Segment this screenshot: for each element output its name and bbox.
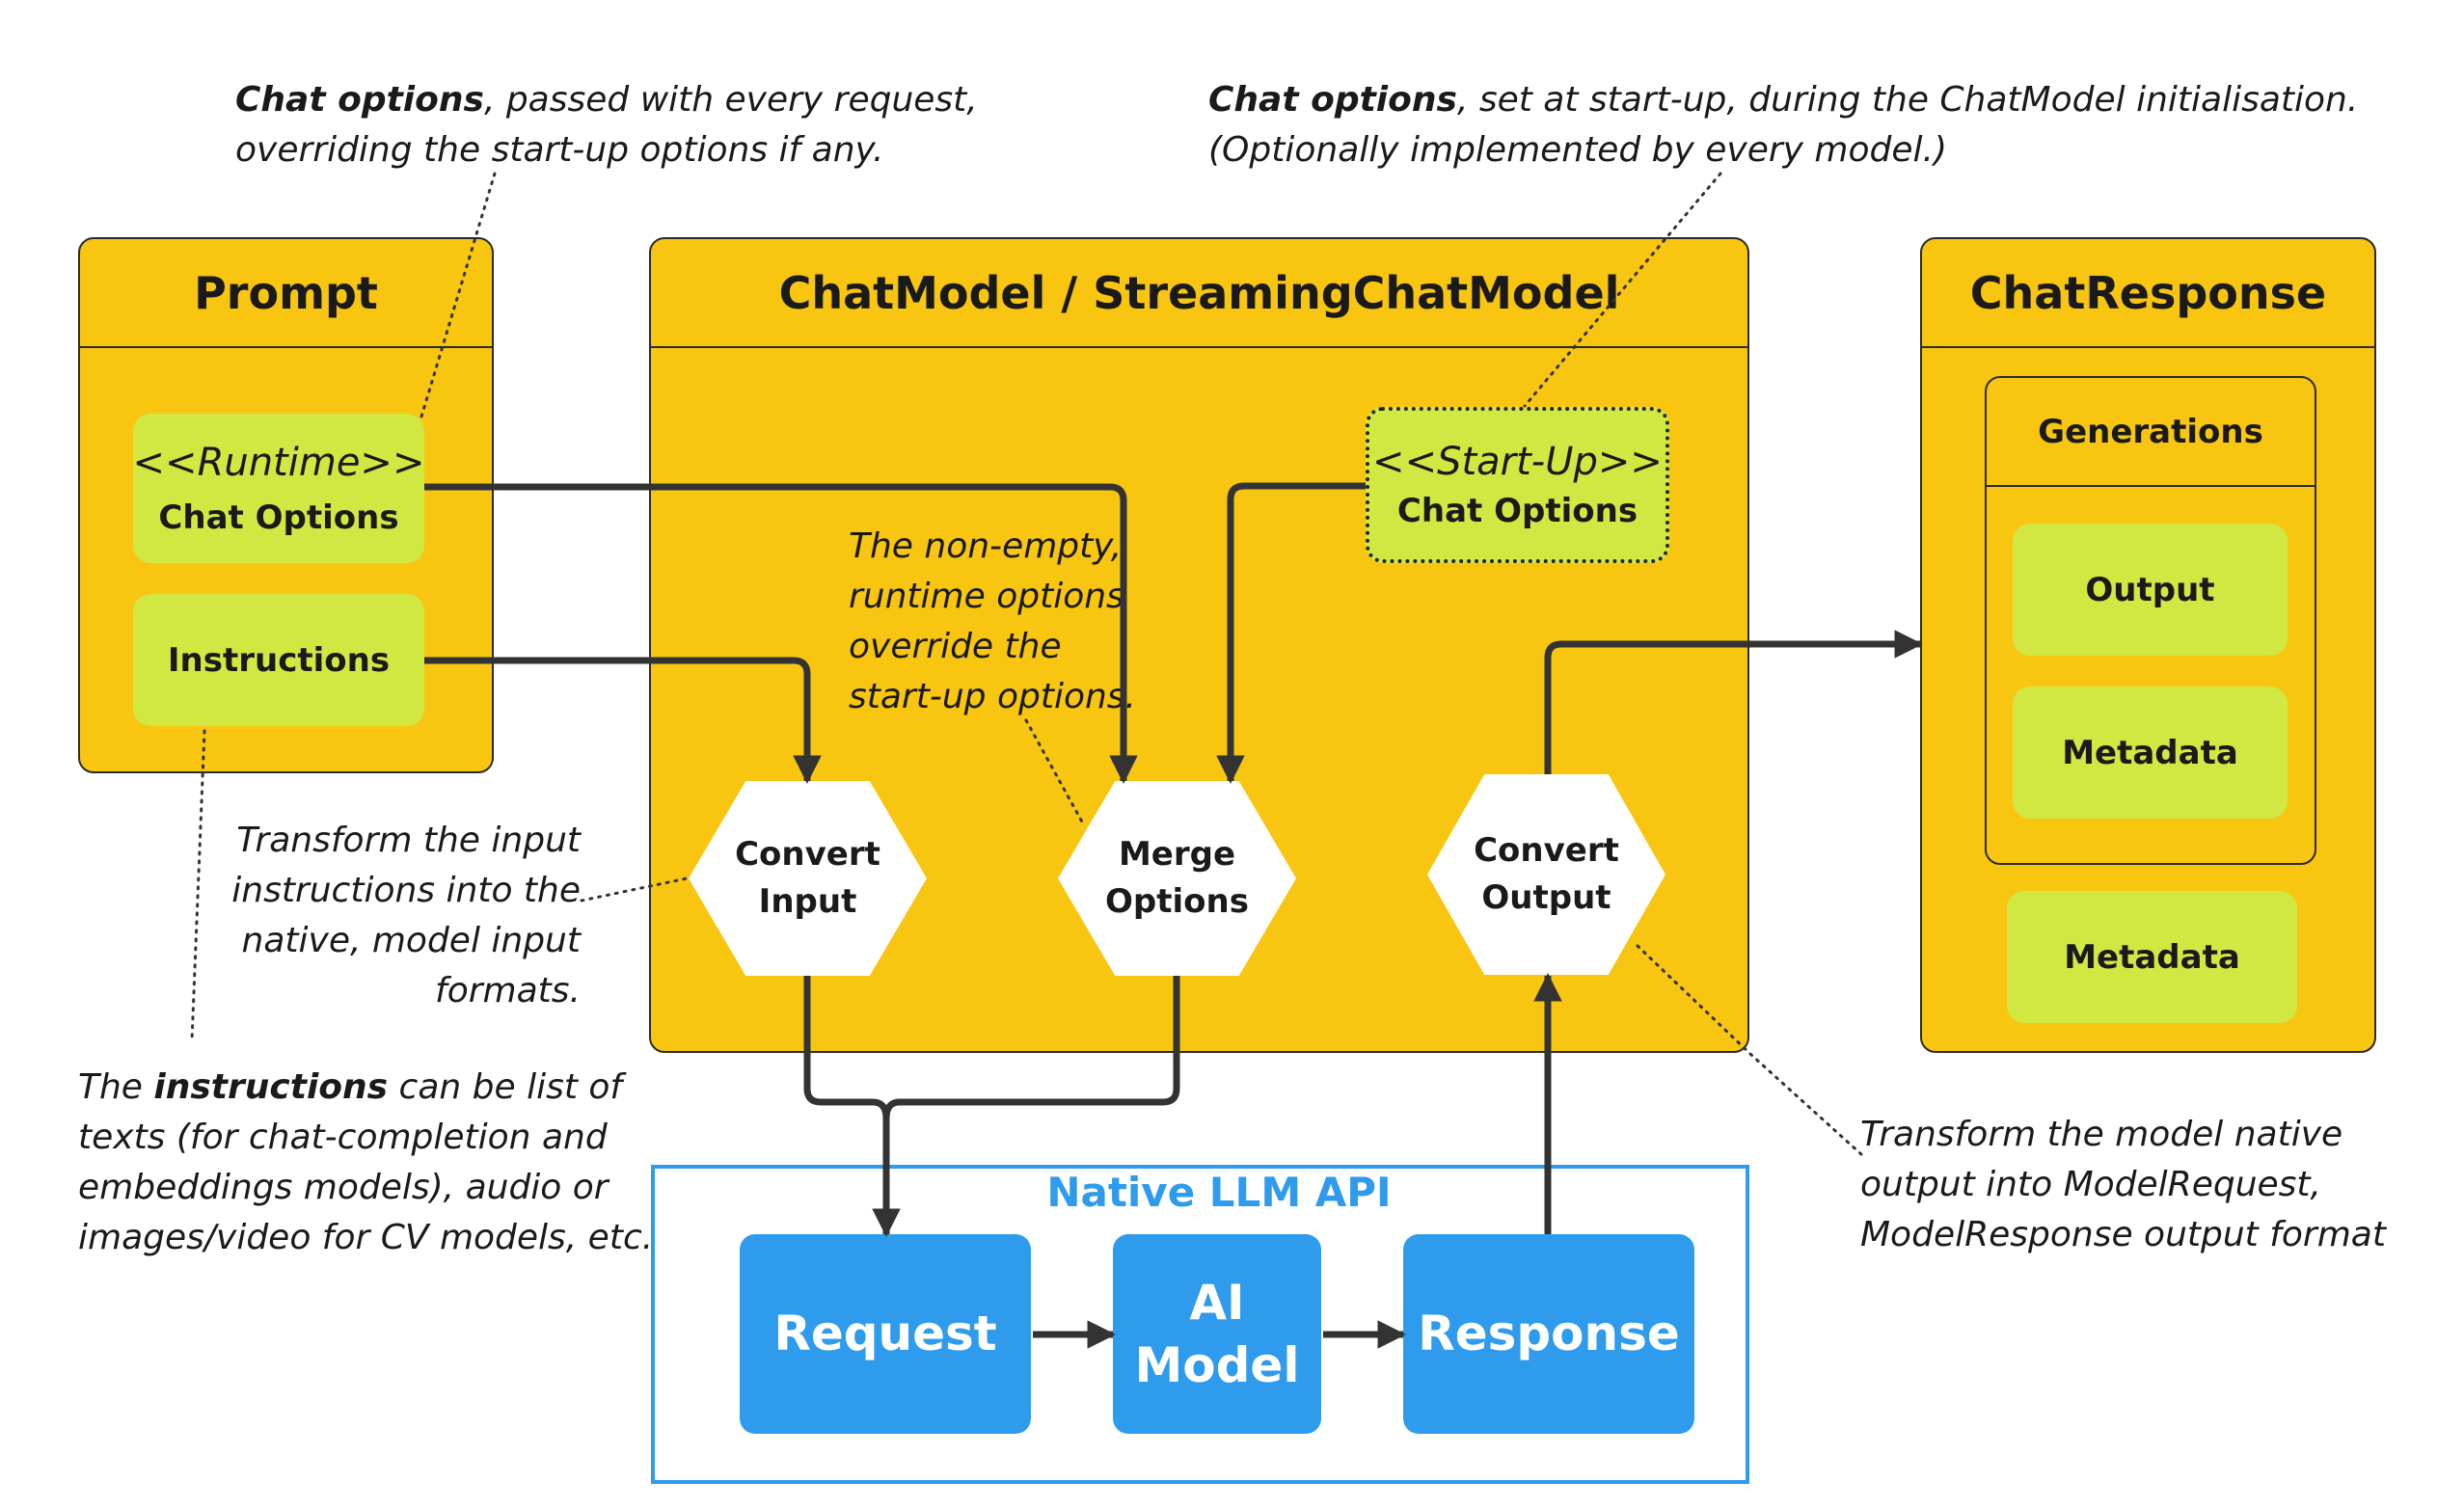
note-merge-line2: runtime options [849, 577, 1124, 616]
generation-metadata-item[interactable]: Metadata [2013, 687, 2288, 819]
note-merge-line4: start-up options. [849, 677, 1136, 716]
chat-model-title: ChatModel / StreamingChatModel [651, 239, 1747, 348]
ai-model-box[interactable]: AI Model [1113, 1234, 1321, 1434]
note-instructions-pre: The [78, 1067, 154, 1107]
merge-options-line1: Merge [1118, 834, 1236, 874]
generation-metadata-label: Metadata [2062, 733, 2238, 772]
note-convert-input-line1: Transform the input [236, 821, 581, 860]
request-label: Request [773, 1306, 997, 1361]
note-convert-input-line4: formats. [435, 971, 581, 1010]
instructions-label: Instructions [167, 640, 391, 680]
note-runtime-options: Chat options, passed with every request,… [235, 75, 978, 175]
ai-model-line2: Model [1134, 1336, 1300, 1393]
note-merge-line3: override the [849, 627, 1062, 666]
note-runtime-line2: overriding the start-up options if any. [235, 130, 884, 170]
note-convert-input: Transform the input instructions into th… [193, 816, 581, 1016]
response-metadata-item[interactable]: Metadata [2007, 891, 2297, 1023]
response-label: Response [1418, 1306, 1680, 1361]
prompt-title: Prompt [80, 239, 492, 348]
runtime-chat-options[interactable]: <<Runtime>> Chat Options [133, 414, 424, 563]
note-instructions: The instructions can be list of texts (f… [78, 1063, 653, 1263]
note-convert-input-line3: native, model input [241, 921, 581, 960]
note-startup-bold: Chat options [1208, 80, 1457, 120]
note-convert-output-line2: output into ModelRequest, [1860, 1165, 2321, 1204]
note-instructions-line3: embeddings models), audio or [78, 1168, 609, 1207]
generations-title: Generations [1987, 378, 2315, 487]
note-startup-options: Chat options, set at start-up, during th… [1208, 75, 2358, 175]
chat-response-title: ChatResponse [1922, 239, 2374, 348]
note-convert-output: Transform the model native output into M… [1860, 1110, 2386, 1260]
note-startup-line2: (Optionally implemented by every model.) [1208, 130, 1948, 170]
note-convert-input-line2: instructions into the [231, 871, 581, 910]
response-box[interactable]: Response [1403, 1234, 1694, 1434]
note-instructions-line2: texts (for chat-completion and [78, 1118, 608, 1157]
convert-output-line2: Output [1481, 878, 1611, 917]
runtime-chat-options-label: Chat Options [158, 498, 399, 537]
convert-output-line1: Convert [1474, 830, 1619, 870]
startup-stereotype: <<Start-Up>> [1372, 440, 1663, 484]
note-runtime-bold: Chat options [235, 80, 484, 120]
note-runtime-line1: , passed with every request, [483, 80, 978, 120]
note-startup-line1: , set at start-up, during the ChatModel … [1456, 80, 2359, 120]
response-metadata-label: Metadata [2064, 937, 2240, 977]
generation-output-item[interactable]: Output [2013, 524, 2288, 656]
request-box[interactable]: Request [740, 1234, 1031, 1434]
note-merge-line1: The non-empty, [849, 526, 1123, 566]
note-merge: The non-empty, runtime options override … [849, 522, 1136, 722]
note-instructions-line1: can be list of [388, 1067, 623, 1107]
note-instructions-bold: instructions [153, 1067, 389, 1107]
native-llm-api-title: Native LLM API [1046, 1169, 1392, 1216]
merge-options-line2: Options [1105, 882, 1249, 921]
convert-input-line2: Input [758, 882, 857, 921]
runtime-stereotype: <<Runtime>> [132, 440, 425, 485]
instructions-item[interactable]: Instructions [133, 594, 424, 726]
startup-chat-options-label: Chat Options [1396, 492, 1638, 530]
startup-chat-options[interactable]: <<Start-Up>> Chat Options [1366, 407, 1669, 563]
generation-output-label: Output [2085, 570, 2215, 609]
note-convert-output-line3: ModelResponse output format [1860, 1215, 2386, 1254]
note-instructions-line4: images/video for CV models, etc. [78, 1218, 654, 1257]
convert-input-line1: Convert [735, 834, 880, 874]
ai-model-line1: AI [1189, 1274, 1245, 1331]
note-convert-output-line1: Transform the model native [1860, 1115, 2343, 1154]
